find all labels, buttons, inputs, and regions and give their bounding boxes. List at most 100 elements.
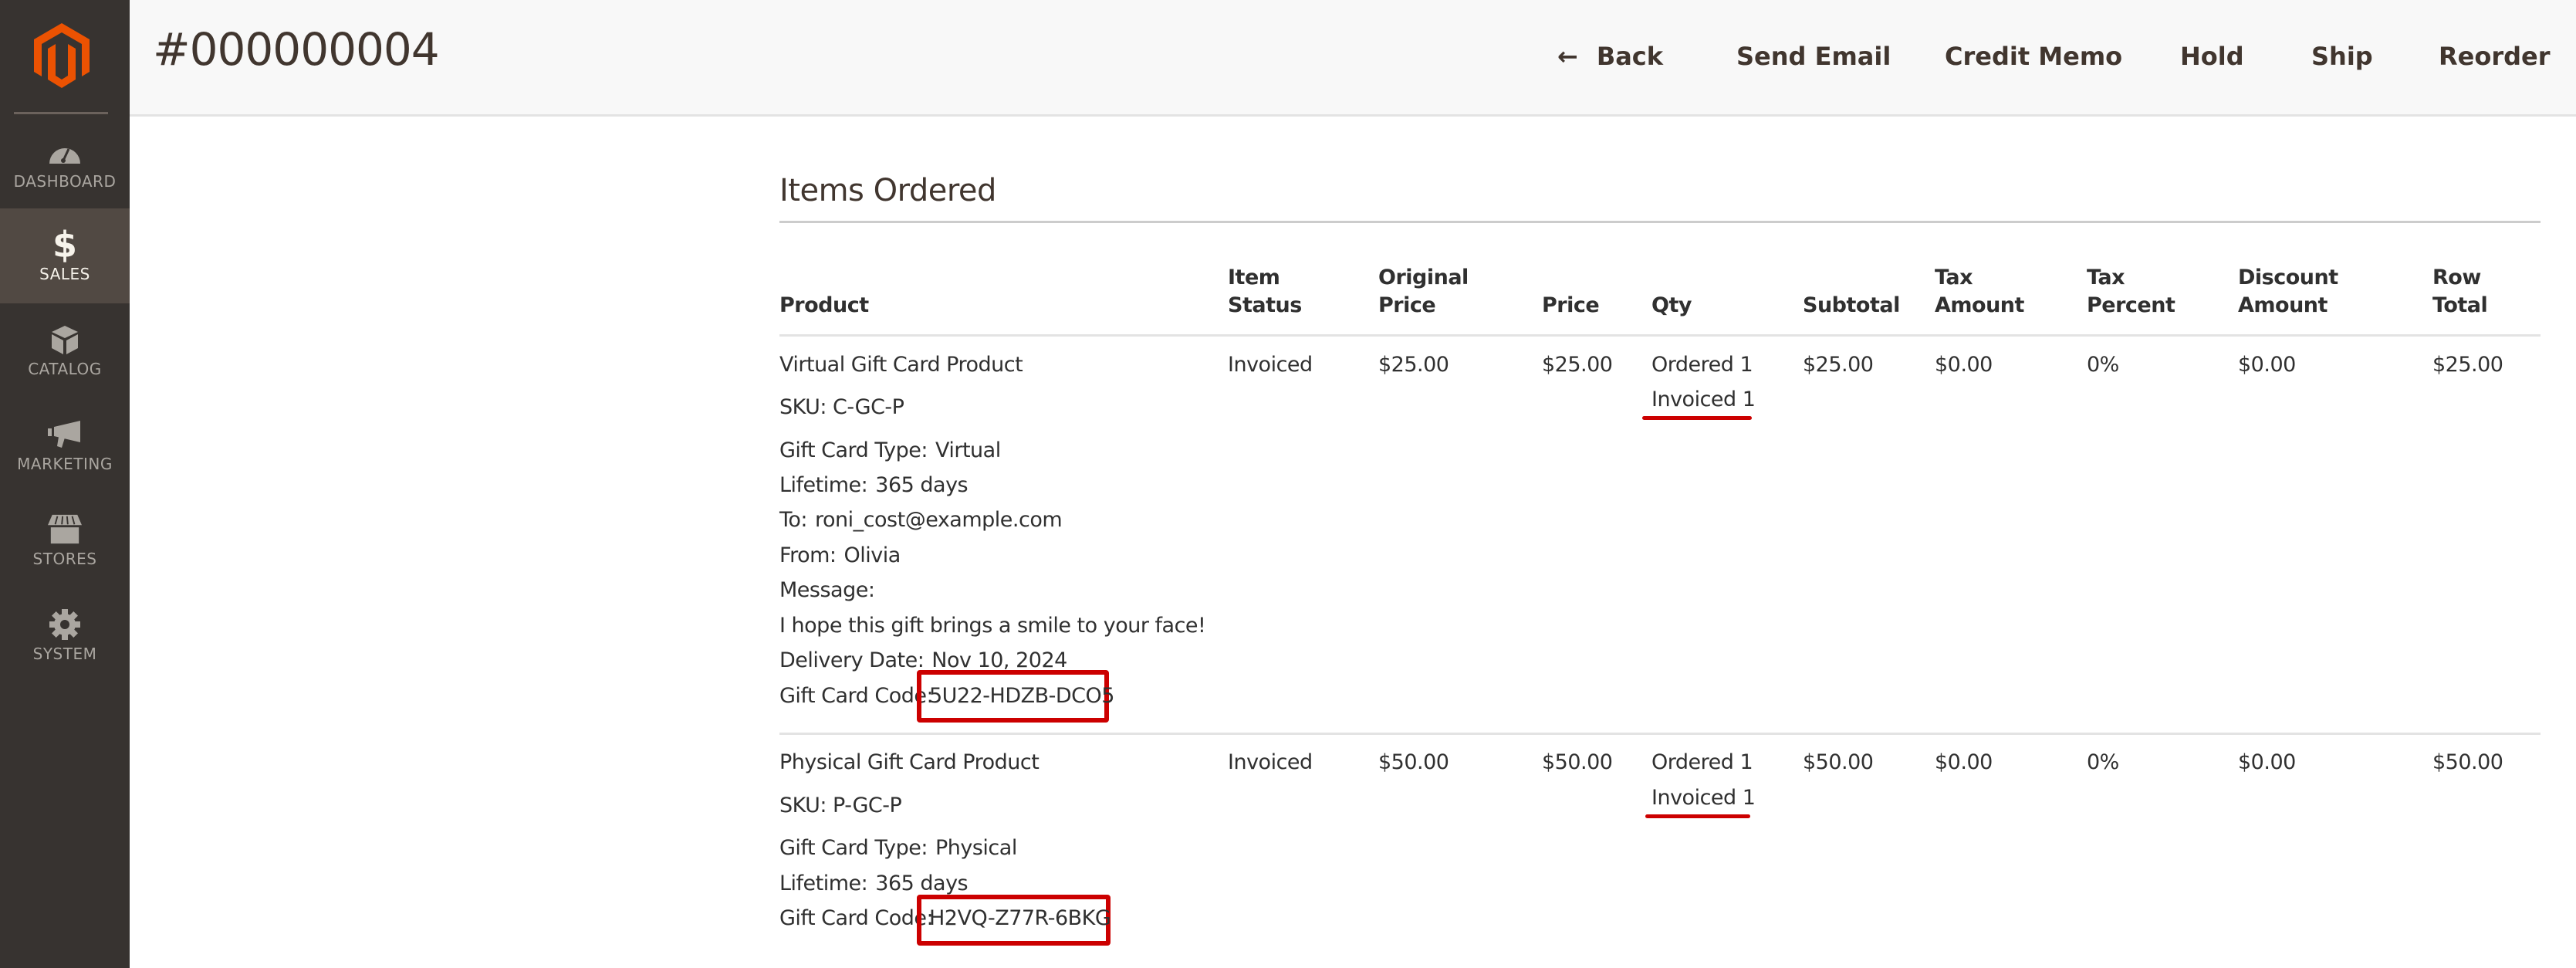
header-line: Price — [1378, 293, 1436, 317]
column-header-tax-amount: Tax Amount — [1935, 264, 2024, 320]
header-line: Status — [1228, 293, 1302, 317]
sidebar-item-label: STORES — [32, 549, 97, 568]
reorder-button[interactable]: Reorder — [2439, 37, 2551, 76]
option-value: Virtual — [935, 438, 1001, 462]
column-header-product: Product — [779, 293, 869, 317]
column-header-discount-amount: Discount Amount — [2238, 264, 2338, 320]
option-value: roni_cost@example.com — [815, 508, 1063, 532]
column-header-original-price: Original Price — [1378, 264, 1469, 320]
column-header-row-total: Row Total — [2432, 264, 2488, 320]
option-value: Nov 10, 2024 — [931, 648, 1067, 672]
header-line: Total — [2432, 293, 2488, 317]
sidebar-item-label: DASHBOARD — [13, 171, 117, 191]
subtotal: $25.00 — [1803, 353, 1874, 377]
tax-percent: 0% — [2087, 353, 2119, 377]
arrow-left-icon: ← — [1557, 42, 1578, 71]
sidebar-item-catalog[interactable]: CATALOG — [0, 303, 130, 398]
column-header-price: Price — [1542, 293, 1600, 317]
item-status: Invoiced — [1228, 750, 1313, 774]
page-actions: ← Back Send Email Credit Memo Hold Ship R… — [130, 37, 2576, 76]
column-header-item-status: Item Status — [1228, 264, 1302, 320]
lifetime-option: Lifetime: 365 days — [779, 870, 969, 898]
megaphone-icon — [48, 419, 82, 450]
subtotal: $50.00 — [1803, 750, 1874, 774]
send-email-button[interactable]: Send Email — [1736, 37, 1891, 76]
sidebar-item-sales[interactable]: $ SALES — [0, 208, 130, 303]
hold-button[interactable]: Hold — [2180, 37, 2244, 76]
highlight-underline — [1642, 416, 1752, 420]
dashboard-icon — [48, 137, 82, 168]
sender-option: From: Olivia — [779, 542, 901, 570]
option-label: Gift Card Type: — [779, 836, 928, 860]
option-label: Lifetime: — [779, 872, 868, 895]
option-label: Delivery Date: — [779, 648, 925, 672]
page-header: #000000004 ← Back Send Email Credit Memo … — [130, 0, 2576, 117]
sidebar-divider — [14, 112, 108, 114]
gift-card-code-label: Gift Card Code: — [779, 906, 934, 930]
row-total: $25.00 — [2432, 353, 2503, 377]
sidebar-item-label: SALES — [39, 264, 90, 283]
gear-icon — [48, 608, 82, 640]
gift-card-code: 5U22-HDZB-DCO5 — [929, 684, 1114, 708]
tax-amount: $0.00 — [1935, 750, 1993, 774]
sidebar-item-label: CATALOG — [28, 359, 102, 378]
option-label: From: — [779, 543, 837, 567]
option-label: Gift Card Type: — [779, 438, 928, 462]
lifetime-option: Lifetime: 365 days — [779, 472, 969, 499]
gift-card-code-label: Gift Card Code: — [779, 684, 934, 708]
sidebar-item-marketing[interactable]: MARKETING — [0, 398, 130, 493]
product-sku: SKU: P-GC-P — [779, 794, 902, 817]
section-divider — [779, 221, 2541, 223]
back-button[interactable]: ← Back — [1557, 37, 1663, 76]
header-line: Percent — [2087, 293, 2175, 317]
column-header-subtotal: Subtotal — [1803, 293, 1900, 317]
qty-invoiced: Invoiced 1 — [1651, 786, 1756, 810]
header-line: Row — [2432, 266, 2481, 289]
column-header-tax-percent: Tax Percent — [2087, 264, 2175, 320]
header-line: Discount — [2238, 266, 2338, 289]
option-value: Olivia — [843, 543, 901, 567]
sidebar-item-system[interactable]: SYSTEM — [0, 588, 130, 683]
row-total: $50.00 — [2432, 750, 2503, 774]
table-header-divider — [779, 334, 2541, 337]
column-header-qty: Qty — [1651, 293, 1692, 317]
option-value: 365 days — [875, 872, 969, 895]
item-status: Invoiced — [1228, 353, 1313, 377]
option-value: 365 days — [875, 473, 969, 497]
qty-invoiced: Invoiced 1 — [1651, 388, 1756, 411]
sidebar-item-stores[interactable]: STORES — [0, 493, 130, 588]
qty-ordered: Ordered 1 — [1651, 353, 1753, 377]
price: $50.00 — [1542, 750, 1613, 774]
section-title: Items Ordered — [779, 173, 996, 208]
back-label: Back — [1596, 42, 1664, 71]
gift-card-code: H2VQ-Z77R-6BKG — [929, 906, 1111, 930]
admin-sidebar: DASHBOARD $ SALES CATALOG MARKETING STOR… — [0, 0, 130, 968]
product-name: Virtual Gift Card Product — [779, 353, 1023, 377]
message-label: Message: — [779, 578, 875, 602]
tax-percent: 0% — [2087, 750, 2119, 774]
message-text: I hope this gift brings a smile to your … — [779, 614, 1206, 638]
header-line: Item — [1228, 266, 1280, 289]
discount-amount: $0.00 — [2238, 353, 2296, 377]
dollar-icon: $ — [52, 223, 77, 266]
gift-card-type-option: Gift Card Type: Virtual — [779, 437, 1001, 465]
header-line: Tax — [2087, 266, 2125, 289]
highlight-underline — [1645, 814, 1750, 818]
original-price: $25.00 — [1378, 353, 1449, 377]
original-price: $50.00 — [1378, 750, 1449, 774]
magento-logo[interactable] — [31, 23, 93, 88]
sidebar-item-dashboard[interactable]: DASHBOARD — [0, 116, 130, 211]
sidebar-item-label: SYSTEM — [32, 644, 97, 663]
tax-amount: $0.00 — [1935, 353, 1993, 377]
option-label: Lifetime: — [779, 473, 868, 497]
credit-memo-button[interactable]: Credit Memo — [1945, 37, 2122, 76]
row-divider — [779, 733, 2541, 735]
discount-amount: $0.00 — [2238, 750, 2296, 774]
box-icon — [48, 324, 82, 355]
option-value: Physical — [935, 836, 1017, 860]
price: $25.00 — [1542, 353, 1613, 377]
product-name: Physical Gift Card Product — [779, 750, 1040, 774]
ship-button[interactable]: Ship — [2311, 37, 2373, 76]
qty-ordered: Ordered 1 — [1651, 750, 1753, 774]
header-line: Tax — [1935, 266, 1973, 289]
